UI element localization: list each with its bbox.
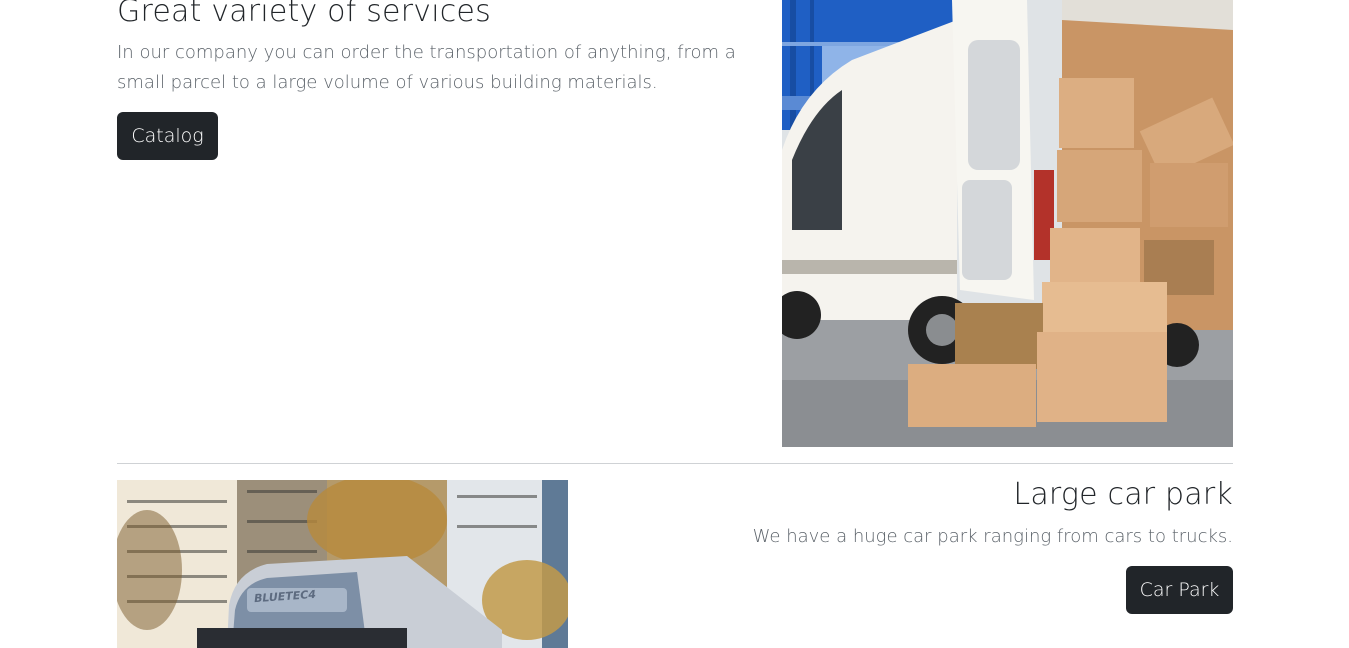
van-with-boxes-image xyxy=(782,0,1233,447)
car-park-description: We have a huge car park ranging from car… xyxy=(752,526,1233,547)
truck-in-city-image: BLUETEC4 xyxy=(117,480,568,648)
car-park-title: Large car park xyxy=(1013,477,1233,512)
car-park-button[interactable]: Car Park xyxy=(1126,566,1233,614)
page: Great variety of services In our company… xyxy=(0,0,1349,648)
section-divider xyxy=(117,463,1233,464)
services-description: In our company you can order the transpo… xyxy=(117,42,736,93)
services-title: Great variety of services xyxy=(117,0,491,29)
catalog-button[interactable]: Catalog xyxy=(117,112,218,160)
